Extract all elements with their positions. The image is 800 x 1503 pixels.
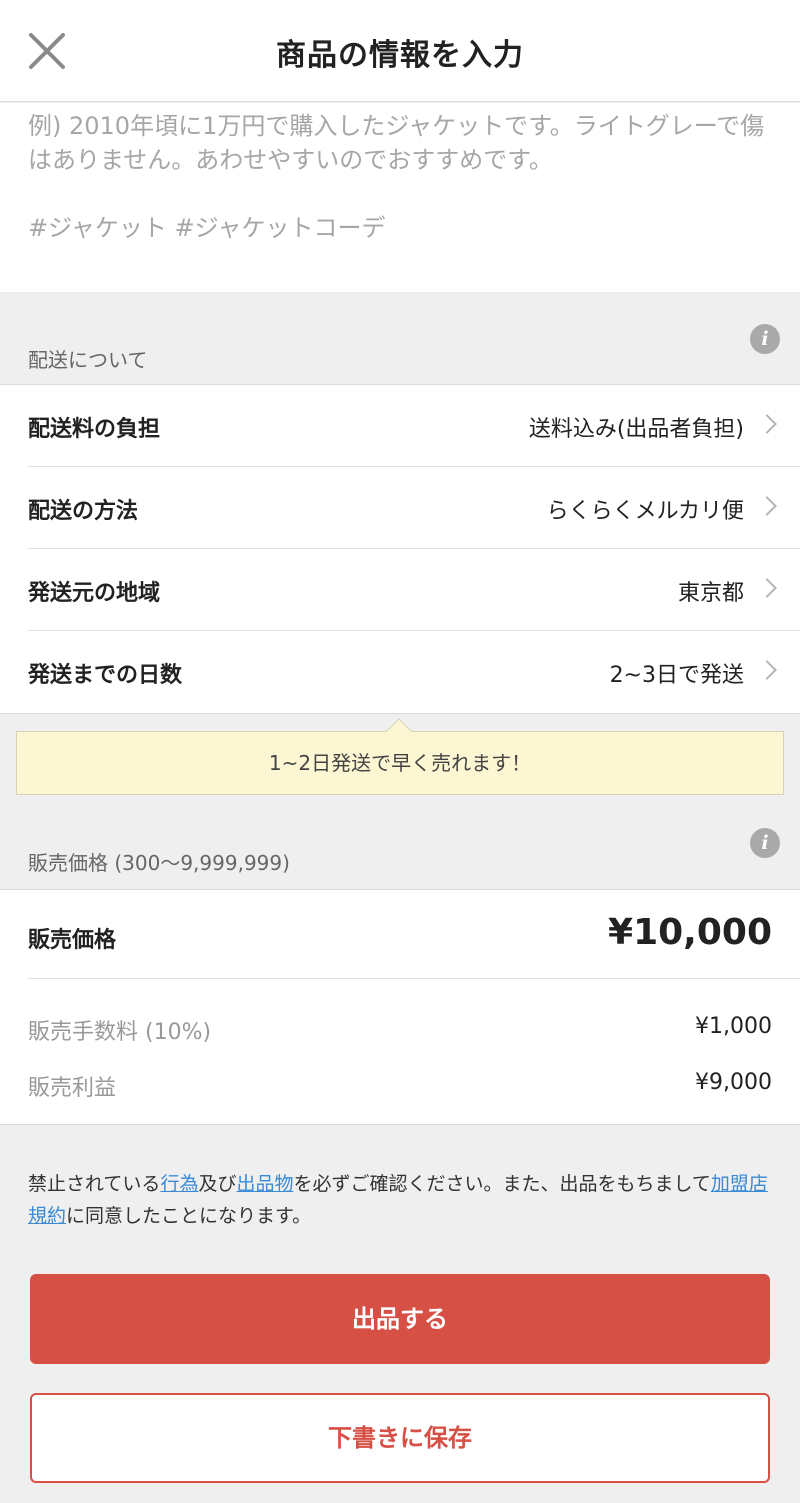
price-section-header: 販売価格 (300〜9,999,999) i: [0, 820, 800, 889]
terms-text: 禁止されている: [28, 1173, 161, 1195]
profit-value: ¥9,000: [695, 1070, 772, 1095]
terms-text: 及び: [198, 1173, 237, 1195]
days-to-ship-row[interactable]: 発送までの日数 2~3日で発送: [28, 631, 800, 713]
days-to-ship-value: 2~3日で発送: [609, 663, 744, 688]
price-section-title: 販売価格 (300〜9,999,999): [28, 851, 290, 875]
ship-from-row[interactable]: 発送元の地域 東京都: [28, 549, 800, 631]
shipping-fee-label: 配送料の負担: [28, 417, 161, 442]
shipping-method-label: 配送の方法: [28, 499, 139, 524]
days-to-ship-label: 発送までの日数: [28, 663, 183, 688]
price-block: 販売価格 ¥10,000 販売手数料 (10%) ¥1,000 販売利益 ¥9,…: [0, 889, 800, 1125]
save-draft-button[interactable]: 下書きに保存: [30, 1393, 770, 1483]
price-label: 販売価格: [28, 928, 117, 953]
fee-label: 販売手数料 (10%): [28, 1020, 212, 1045]
fee-value: ¥1,000: [695, 1014, 772, 1039]
terms-text: を必ずご確認ください。また、出品をもちまして: [293, 1173, 711, 1195]
terms-notice: 禁止されている行為及び出品物を必ずご確認ください。また、出品をもちまして加盟店規…: [28, 1168, 773, 1232]
info-icon[interactable]: i: [750, 828, 780, 858]
prohibited-items-link[interactable]: 出品物: [236, 1173, 293, 1195]
chevron-right-icon: [757, 414, 777, 434]
submit-listing-button[interactable]: 出品する: [30, 1274, 770, 1364]
shipping-section-title: 配送について: [28, 348, 148, 372]
prohibited-acts-link[interactable]: 行為: [160, 1173, 198, 1195]
header-bar: 商品の情報を入力: [0, 0, 800, 102]
chevron-right-icon: [757, 496, 777, 516]
ship-from-value: 東京都: [677, 581, 744, 606]
shipping-method-value: らくらくメルカリ便: [546, 499, 744, 524]
ship-from-label: 発送元の地域: [28, 581, 161, 606]
description-area: 例) 2010年頃に1万円で購入したジャケットです。ライトグレーで傷はありません…: [0, 103, 800, 292]
shipping-section-header: 配送について i: [0, 292, 800, 384]
terms-text: に同意したことになります。: [66, 1205, 312, 1227]
chevron-right-icon: [757, 578, 777, 598]
chevron-right-icon: [757, 660, 777, 680]
profit-label: 販売利益: [28, 1076, 117, 1101]
page-title: 商品の情報を入力: [276, 38, 524, 73]
shipping-list: 配送料の負担 送料込み(出品者負担) 配送の方法 らくらくメルカリ便 発送元の地…: [0, 384, 800, 714]
divider: [28, 978, 800, 979]
shipping-fee-row[interactable]: 配送料の負担 送料込み(出品者負担): [28, 385, 800, 467]
price-input[interactable]: ¥10,000: [608, 912, 772, 953]
info-icon[interactable]: i: [750, 324, 780, 354]
shipping-method-row[interactable]: 配送の方法 らくらくメルカリ便: [28, 467, 800, 549]
shipping-fee-value: 送料込み(出品者負担): [528, 417, 744, 442]
description-input[interactable]: 例) 2010年頃に1万円で購入したジャケットです。ライトグレーで傷はありません…: [28, 109, 768, 245]
